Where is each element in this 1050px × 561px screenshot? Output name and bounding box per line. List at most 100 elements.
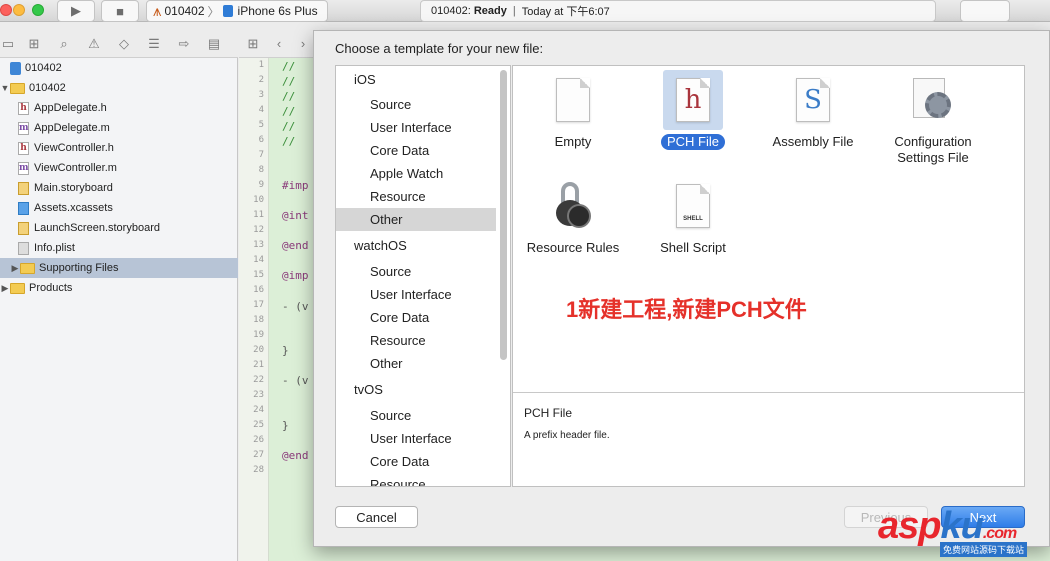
- template-label: Settings File: [897, 150, 969, 165]
- blank-document-icon: [556, 78, 590, 122]
- warning-icon[interactable]: ⚠: [86, 36, 102, 52]
- line-number: 25: [253, 420, 264, 430]
- line-number: 18: [253, 315, 264, 325]
- template-shell-script[interactable]: SHELL Shell Script: [633, 176, 753, 280]
- template-empty[interactable]: Empty: [513, 70, 633, 174]
- status-target: 010402:: [431, 5, 471, 17]
- shell-script-icon: SHELL: [676, 184, 710, 228]
- nav-file-row[interactable]: m AppDelegate.m: [0, 118, 238, 138]
- category-header[interactable]: watchOS: [336, 234, 496, 257]
- chevron-right-icon: 〉: [207, 4, 220, 19]
- line-number: 20: [253, 345, 264, 355]
- related-items-icon[interactable]: ⊞: [245, 36, 261, 52]
- search-icon[interactable]: ⌕: [56, 36, 72, 52]
- template-configuration-settings-file[interactable]: Configuration Settings File: [873, 70, 993, 174]
- activity-status-bar: 010402: Ready | Today at 下午6:07: [420, 0, 936, 22]
- template-description-title: PCH File: [524, 406, 573, 420]
- header-file-icon: h: [676, 78, 710, 122]
- disclosure-open-icon[interactable]: ▼: [0, 83, 10, 93]
- template-category-list[interactable]: iOS Source User Interface Core Data Appl…: [335, 65, 511, 487]
- cancel-button[interactable]: Cancel: [335, 506, 418, 528]
- folder-icon: [20, 262, 35, 274]
- hierarchy-icon[interactable]: ⊞: [26, 36, 42, 52]
- line-number: 19: [253, 330, 264, 340]
- category-item[interactable]: User Interface: [336, 283, 496, 306]
- close-window-button[interactable]: [0, 4, 12, 16]
- app-target-icon: ⩚: [153, 2, 162, 20]
- category-item[interactable]: Core Data: [336, 450, 496, 473]
- report-icon[interactable]: ▤: [206, 36, 222, 52]
- code-line: //: [282, 90, 296, 103]
- category-item[interactable]: Source: [336, 93, 496, 116]
- scheme-selector[interactable]: ⩚ 010402 〉 iPhone 6s Plus: [146, 0, 328, 22]
- template-label: Assembly File: [772, 134, 854, 149]
- line-number: 22: [253, 375, 264, 385]
- line-number: 14: [253, 255, 264, 265]
- navigator-selector-bar: ▭ ⊞ ⌕ ⚠ ◇ ☰ ⇨ ▤: [0, 30, 238, 58]
- category-item[interactable]: Resource: [336, 473, 496, 486]
- header-file-icon: h: [18, 101, 29, 115]
- folder-icon[interactable]: ▭: [0, 36, 16, 52]
- category-item[interactable]: Resource: [336, 329, 496, 352]
- scheme-app-label: 010402: [164, 4, 205, 18]
- category-item[interactable]: Source: [336, 404, 496, 427]
- nav-group-row[interactable]: ▼ 010402: [0, 78, 238, 98]
- line-number: 8: [258, 165, 264, 175]
- code-line: }: [282, 419, 289, 432]
- line-number: 17: [253, 300, 264, 310]
- template-pch-file[interactable]: h PCH File: [633, 70, 753, 174]
- debug-icon[interactable]: ☰: [146, 36, 162, 52]
- nav-file-row[interactable]: h AppDelegate.h: [0, 98, 238, 118]
- test-icon[interactable]: ◇: [116, 36, 132, 52]
- minimize-window-button[interactable]: [13, 4, 25, 16]
- category-item[interactable]: Source: [336, 260, 496, 283]
- category-item[interactable]: Resource: [336, 185, 496, 208]
- breakpoint-icon[interactable]: ⇨: [176, 36, 192, 52]
- template-resource-rules[interactable]: Resource Rules: [513, 176, 633, 280]
- code-line: @end: [282, 449, 309, 462]
- category-item[interactable]: Other: [336, 352, 496, 375]
- template-label: Resource Rules: [526, 240, 620, 255]
- category-item[interactable]: Apple Watch: [336, 162, 496, 185]
- back-arrow-icon[interactable]: ‹: [271, 36, 287, 52]
- category-item[interactable]: User Interface: [336, 427, 496, 450]
- category-header[interactable]: iOS: [336, 68, 496, 91]
- line-number: 7: [258, 150, 264, 160]
- template-assembly-file[interactable]: S Assembly File: [753, 70, 873, 174]
- nav-file-row[interactable]: m ViewController.m: [0, 158, 238, 178]
- new-file-template-sheet: Choose a template for your new file: iOS…: [313, 30, 1050, 547]
- line-number: 16: [253, 285, 264, 295]
- nav-group-row[interactable]: ▶ Products: [0, 278, 238, 298]
- line-number: 5: [258, 120, 264, 130]
- category-item[interactable]: User Interface: [336, 116, 496, 139]
- nav-file-row[interactable]: Assets.xcassets: [0, 198, 238, 218]
- code-line: @imp: [282, 269, 309, 282]
- line-number: 21: [253, 360, 264, 370]
- line-number: 9: [258, 180, 264, 190]
- zoom-window-button[interactable]: [32, 4, 44, 16]
- editor-mode-buttons[interactable]: [960, 0, 1010, 22]
- category-item-selected[interactable]: Other: [336, 208, 496, 231]
- template-label: Shell Script: [660, 240, 726, 255]
- template-description-text: A prefix header file.: [524, 430, 610, 441]
- nav-file-row[interactable]: h ViewController.h: [0, 138, 238, 158]
- disclosure-closed-icon[interactable]: ▶: [10, 263, 20, 274]
- forward-arrow-icon[interactable]: ›: [295, 36, 311, 52]
- category-scrollbar[interactable]: [500, 70, 507, 360]
- category-item[interactable]: Core Data: [336, 306, 496, 329]
- tutorial-annotation: 1新建工程,新建PCH文件: [566, 297, 807, 322]
- nav-group-row-selected[interactable]: ▶ Supporting Files: [0, 258, 238, 278]
- category-item[interactable]: Core Data: [336, 139, 496, 162]
- nav-file-row[interactable]: Main.storyboard: [0, 178, 238, 198]
- nav-file-row[interactable]: LaunchScreen.storyboard: [0, 218, 238, 238]
- nav-project-row[interactable]: 010402: [0, 58, 238, 78]
- disclosure-closed-icon[interactable]: ▶: [0, 283, 10, 294]
- category-header[interactable]: tvOS: [336, 378, 496, 401]
- watermark-subtitle: 免费网站源码下载站: [940, 542, 1028, 557]
- stop-button[interactable]: ■: [101, 0, 139, 22]
- nav-file-row[interactable]: Info.plist: [0, 238, 238, 258]
- asset-catalog-icon: [18, 201, 29, 215]
- line-number: 6: [258, 135, 264, 145]
- run-button[interactable]: ▶: [57, 0, 95, 22]
- scheme-device-label: iPhone 6s Plus: [237, 4, 318, 18]
